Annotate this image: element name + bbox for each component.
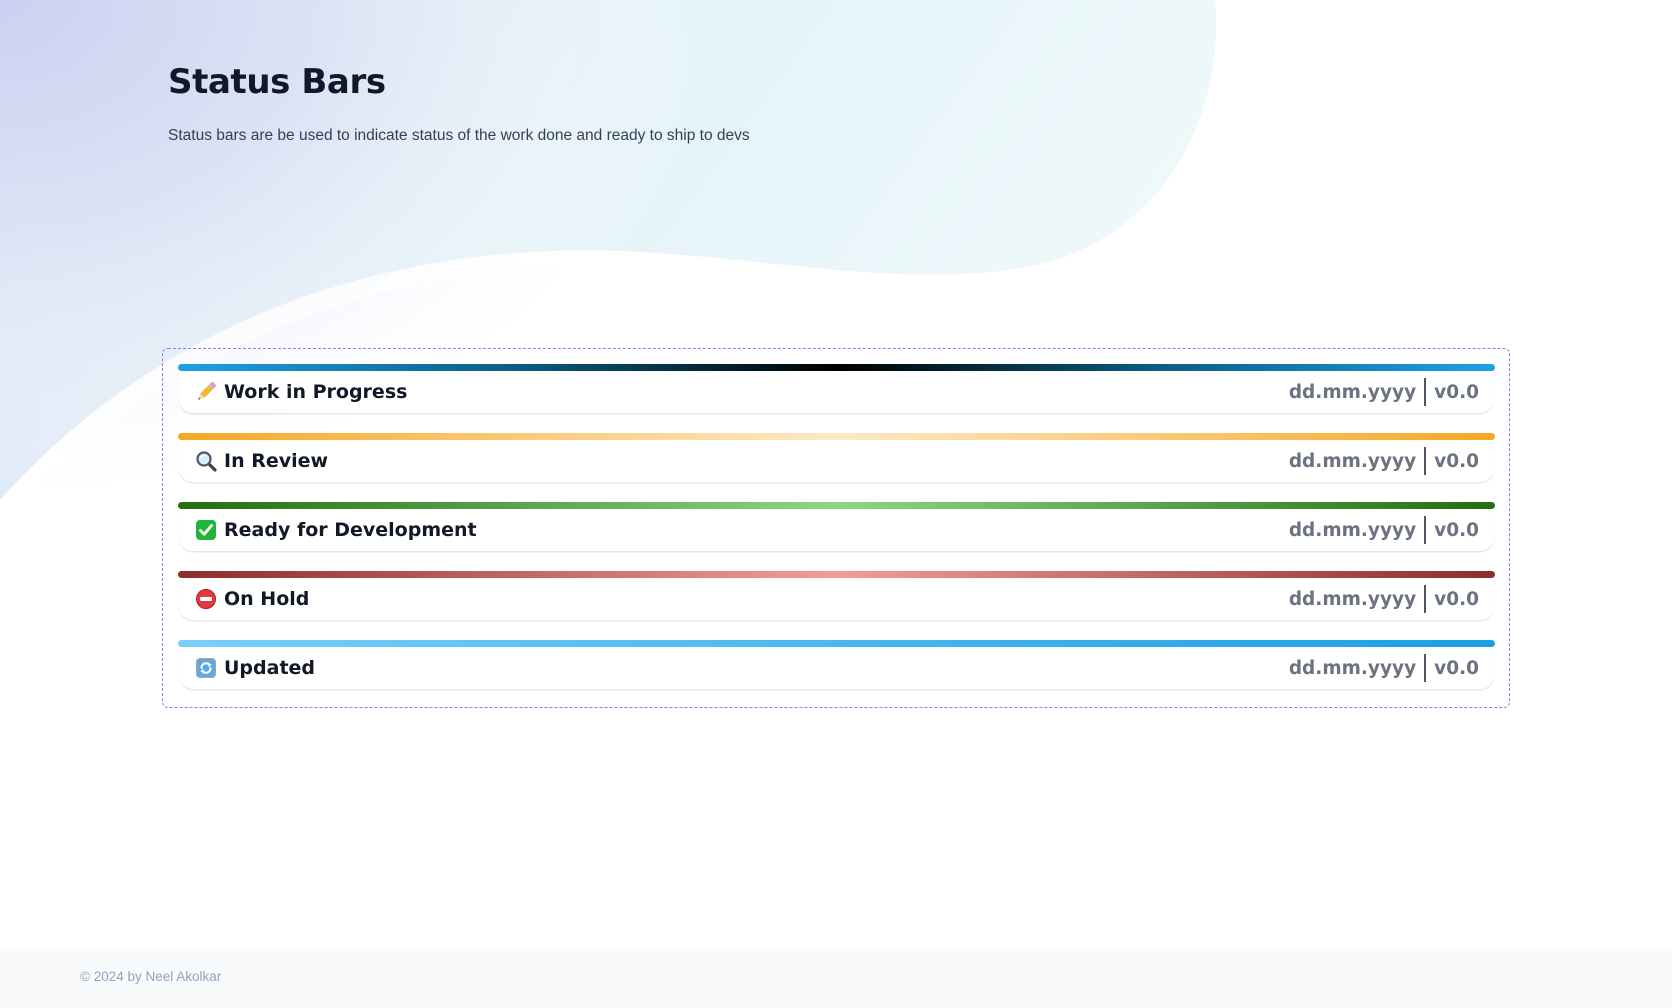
meta-divider <box>1424 447 1427 475</box>
meta-divider <box>1424 378 1427 406</box>
status-row-work-in-progress: Work in Progress dd.mm.yyyy v0.0 <box>179 371 1494 413</box>
status-row-updated: Updated dd.mm.yyyy v0.0 <box>179 647 1494 689</box>
page-title: Status Bars <box>168 62 386 102</box>
status-meta: dd.mm.yyyy v0.0 <box>1289 378 1479 406</box>
status-bars-panel: Work in Progress dd.mm.yyyy v0.0 In Revi… <box>162 348 1510 708</box>
status-item-in-review: In Review dd.mm.yyyy v0.0 <box>178 433 1495 482</box>
status-version: v0.0 <box>1434 588 1479 610</box>
status-date: dd.mm.yyyy <box>1288 450 1417 472</box>
status-meta: dd.mm.yyyy v0.0 <box>1289 585 1479 613</box>
status-meta: dd.mm.yyyy v0.0 <box>1289 447 1479 475</box>
status-date: dd.mm.yyyy <box>1288 381 1417 403</box>
status-label: In Review <box>224 450 329 472</box>
status-bar-ready-for-development <box>178 502 1495 509</box>
status-row-in-review: In Review dd.mm.yyyy v0.0 <box>179 440 1494 482</box>
status-item-work-in-progress: Work in Progress dd.mm.yyyy v0.0 <box>178 364 1495 413</box>
status-version: v0.0 <box>1434 657 1479 679</box>
page-header: Status Bars Status bars are be used to i… <box>168 56 750 146</box>
status-item-ready-for-development: Ready for Development dd.mm.yyyy v0.0 <box>178 502 1495 551</box>
footer-copyright: © 2024 by Neel Akolkar <box>80 969 222 984</box>
status-date: dd.mm.yyyy <box>1288 588 1417 610</box>
status-item-on-hold: On Hold dd.mm.yyyy v0.0 <box>178 571 1495 620</box>
status-label: On Hold <box>224 588 310 610</box>
status-label: Updated <box>224 657 316 679</box>
status-row-on-hold: On Hold dd.mm.yyyy v0.0 <box>179 578 1494 620</box>
status-version: v0.0 <box>1434 519 1479 541</box>
status-date: dd.mm.yyyy <box>1288 519 1417 541</box>
meta-divider <box>1424 516 1427 544</box>
status-row-ready-for-development: Ready for Development dd.mm.yyyy v0.0 <box>179 509 1494 551</box>
refresh-icon <box>194 656 218 680</box>
meta-divider <box>1424 654 1427 682</box>
status-bar-on-hold <box>178 571 1495 578</box>
status-version: v0.0 <box>1434 381 1479 403</box>
page-subtitle: Status bars are be used to indicate stat… <box>168 127 750 144</box>
status-date: dd.mm.yyyy <box>1288 657 1417 679</box>
pencil-icon <box>194 380 218 404</box>
status-label: Work in Progress <box>224 381 408 403</box>
magnifier-icon <box>194 449 218 473</box>
status-meta: dd.mm.yyyy v0.0 <box>1289 654 1479 682</box>
check-icon <box>194 518 218 542</box>
status-version: v0.0 <box>1434 450 1479 472</box>
status-item-updated: Updated dd.mm.yyyy v0.0 <box>178 640 1495 689</box>
site-footer: © 2024 by Neel Akolkar <box>0 948 1672 1008</box>
status-bar-work-in-progress <box>178 364 1495 371</box>
status-meta: dd.mm.yyyy v0.0 <box>1289 516 1479 544</box>
status-bar-updated <box>178 640 1495 647</box>
no-entry-icon <box>194 587 218 611</box>
status-label: Ready for Development <box>224 519 477 541</box>
status-bar-in-review <box>178 433 1495 440</box>
meta-divider <box>1424 585 1427 613</box>
